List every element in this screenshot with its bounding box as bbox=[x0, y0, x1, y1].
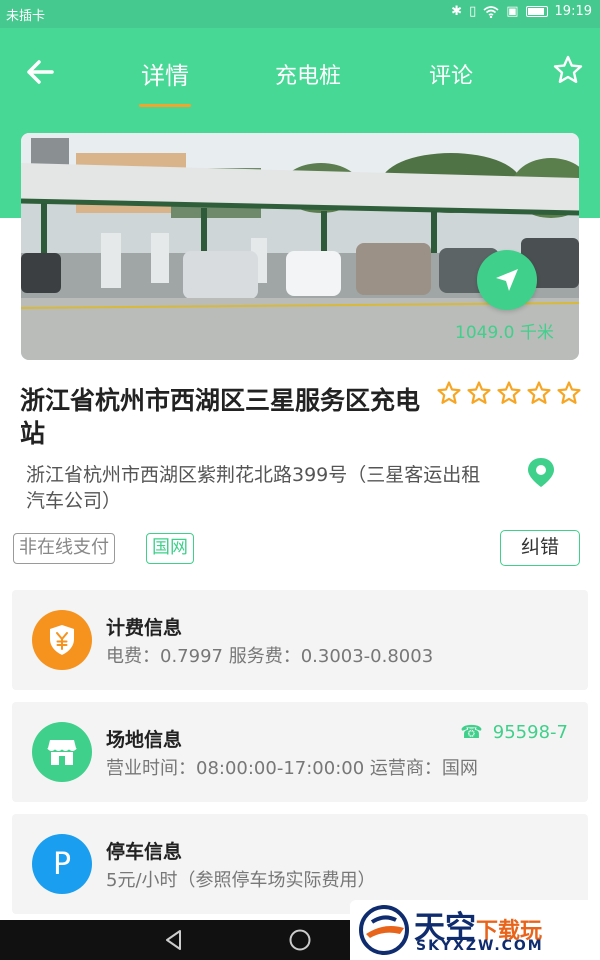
star-icon bbox=[527, 381, 551, 404]
billing-icon-circle bbox=[32, 610, 92, 670]
battery-icon bbox=[525, 6, 548, 17]
parking-detail: 5元/小时（参照停车场实际费用） bbox=[106, 870, 376, 891]
billing-info-card[interactable]: 计费信息 电费：0.7997 服务费：0.3003-0.8003 bbox=[12, 590, 588, 690]
star-icon bbox=[557, 381, 581, 404]
payment-tag: 非在线支付 bbox=[13, 533, 115, 564]
bluetooth-icon: ✱ bbox=[451, 4, 463, 19]
star-icon bbox=[467, 381, 491, 404]
shield-yuan-icon bbox=[50, 625, 74, 655]
station-address: 浙江省杭州市西湖区紫荆花北路399号（三星客运出租汽车公司） bbox=[26, 464, 481, 512]
watermark: 天空下载玩 SKYXZW.COM bbox=[350, 900, 600, 960]
navigation-arrow-icon bbox=[496, 269, 518, 291]
operator-tag: 国网 bbox=[146, 533, 194, 564]
sim-icon: ▣ bbox=[506, 4, 519, 19]
vibrate-icon: ▯ bbox=[469, 4, 477, 19]
parking-title: 停车信息 bbox=[106, 841, 183, 863]
phone-icon: ☎ bbox=[460, 722, 483, 743]
distance-label: 1049.0 千米 bbox=[455, 323, 554, 343]
carrier-label: 未插卡 bbox=[6, 9, 46, 24]
rating-stars bbox=[436, 380, 582, 406]
wifi-icon bbox=[483, 5, 499, 18]
map-pin-icon[interactable] bbox=[525, 456, 557, 490]
star-icon bbox=[437, 381, 461, 404]
nav-back-icon[interactable] bbox=[162, 928, 186, 952]
venue-detail: 营业时间：08:00:00-17:00:00 运营商：国网 bbox=[106, 758, 478, 779]
favorite-star-icon[interactable] bbox=[552, 54, 584, 86]
tab-chargers[interactable]: 充电桩 bbox=[275, 58, 341, 90]
star-icon bbox=[497, 381, 521, 404]
tab-indicator bbox=[139, 104, 191, 107]
clock: 19:19 bbox=[554, 4, 592, 19]
nav-home-icon[interactable] bbox=[288, 928, 312, 952]
parking-icon: P bbox=[32, 834, 92, 894]
parking-info-card[interactable]: P 停车信息 5元/小时（参照停车场实际费用） bbox=[12, 814, 588, 914]
status-icons: ✱ ▯ ▣ 19:19 bbox=[451, 4, 592, 19]
watermark-url: SKYXZW.COM bbox=[416, 938, 544, 954]
venue-info-card[interactable]: 场地信息 营业时间：08:00:00-17:00:00 运营商：国网 ☎ 955… bbox=[12, 702, 588, 802]
back-arrow-icon[interactable] bbox=[22, 54, 58, 90]
billing-detail: 电费：0.7997 服务费：0.3003-0.8003 bbox=[106, 646, 434, 667]
status-bar: 未插卡 ✱ ▯ ▣ 19:19 bbox=[0, 0, 600, 28]
phone-link[interactable]: ☎ 95598-7 bbox=[460, 722, 568, 743]
tab-comments[interactable]: 评论 bbox=[429, 58, 473, 90]
report-error-button[interactable]: 纠错 bbox=[500, 530, 580, 566]
watermark-logo bbox=[359, 905, 409, 955]
station-name: 浙江省杭州市西湖区三星服务区充电站 bbox=[20, 386, 421, 448]
navigate-button[interactable] bbox=[477, 250, 537, 310]
tab-details[interactable]: 详情 bbox=[141, 56, 189, 91]
phone-number: 95598-7 bbox=[492, 722, 568, 743]
store-icon bbox=[47, 740, 77, 765]
billing-title: 计费信息 bbox=[106, 617, 183, 639]
venue-icon-circle bbox=[32, 722, 92, 782]
venue-title: 场地信息 bbox=[106, 729, 183, 751]
